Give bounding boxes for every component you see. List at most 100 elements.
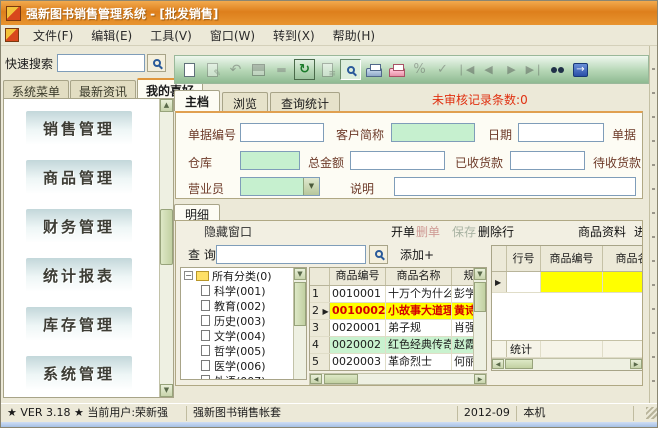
delete-bill-button: 删单: [416, 225, 441, 239]
add-link[interactable]: 添加+: [400, 246, 434, 263]
find-icon[interactable]: [547, 59, 568, 80]
stamp-icon: ✓: [437, 62, 448, 77]
print-setup-icon[interactable]: [386, 59, 407, 80]
window-bottom-edge: [1, 422, 657, 427]
scroll-right-icon[interactable]: ▶: [630, 359, 642, 369]
product-table-hscrollbar[interactable]: ◀ ▶: [309, 373, 487, 385]
account-label: 强新图书销售帐套: [187, 405, 458, 421]
tree-node-medicine[interactable]: 医学(006): [181, 358, 306, 373]
warehouse-label: 仓库: [188, 156, 213, 170]
scrollbar-thumb[interactable]: [474, 282, 486, 312]
sidebar-item-reports[interactable]: 统计报表: [26, 258, 132, 292]
received-label: 已收货款: [455, 156, 504, 170]
sidebar-tab-news[interactable]: 最新资讯: [70, 80, 137, 99]
product-info-button[interactable]: 商品资料: [578, 223, 626, 240]
tab-detail[interactable]: 明细: [174, 204, 221, 222]
scroll-left-icon[interactable]: ◀: [492, 359, 504, 369]
menu-window[interactable]: 窗口(W): [201, 25, 264, 46]
menu-goto[interactable]: 转到(X): [264, 25, 324, 46]
refresh-icon[interactable]: ↻: [294, 59, 315, 80]
customer-label: 客户简称: [336, 128, 385, 142]
scroll-left-icon[interactable]: ◀: [310, 374, 322, 384]
table-row[interactable]: 4 0020002 红色经典传奇 赵霞: [310, 337, 486, 354]
received-input[interactable]: [510, 151, 585, 170]
table-row-selected[interactable]: 2 ▶ 0010002 小故事大道理 黄诗: [310, 303, 486, 320]
tab-query-stats[interactable]: 查询统计: [270, 92, 341, 111]
sidebar-item-products[interactable]: 商品管理: [26, 160, 132, 194]
scroll-right-icon[interactable]: ▶: [474, 374, 486, 384]
total-input[interactable]: [350, 151, 445, 170]
percent-icon: %: [413, 62, 426, 77]
detail-actions: 隐藏窗口 开单 删单 保存 删除行 商品资料 进: [176, 223, 642, 241]
status-spacer: [634, 406, 646, 421]
table-row[interactable]: 3 0020001 弟子规 肖强: [310, 320, 486, 337]
tree-node-language[interactable]: 外语(007): [181, 373, 306, 379]
tab-master[interactable]: 主档: [174, 90, 221, 111]
main-area: ✎ ↶ ▬ ↻ ≡ % ✓ ❘◀ ◀ ▶ ▶❘ → 主档 浏览 查询统计 未审核…: [174, 46, 649, 403]
menu-tools[interactable]: 工具(V): [141, 25, 201, 46]
salesman-dropdown[interactable]: ▼: [240, 177, 320, 196]
doc-no-input[interactable]: [240, 123, 324, 142]
table-row[interactable]: 1 0010001 十万个为什么 彭学军: [310, 286, 486, 303]
sidebar-item-system[interactable]: 系统管理: [26, 356, 132, 390]
quick-search-button[interactable]: [147, 54, 166, 72]
scrollbar-thumb[interactable]: [160, 209, 173, 265]
scroll-down-icon[interactable]: ▼: [160, 384, 173, 397]
tree-node-history[interactable]: 历史(003): [181, 313, 306, 328]
scrollbar-thumb[interactable]: [324, 374, 358, 384]
menu-help[interactable]: 帮助(H): [324, 25, 384, 46]
tree-node-philosophy[interactable]: 哲学(005): [181, 343, 306, 358]
product-table-vscrollbar[interactable]: ▲ ▼: [473, 268, 486, 370]
collapse-icon[interactable]: −: [184, 271, 193, 280]
menu-edit[interactable]: 编辑(E): [82, 25, 141, 46]
tab-browse[interactable]: 浏览: [222, 92, 269, 111]
exit-icon[interactable]: →: [570, 59, 591, 80]
quick-search-input[interactable]: [57, 54, 145, 72]
tree-root[interactable]: − 所有分类(0): [181, 268, 306, 283]
table-row-pending[interactable]: ▶: [492, 272, 642, 293]
period-label: 2012-09: [458, 405, 518, 421]
tree-scrollbar[interactable]: ▲ ▼: [293, 268, 306, 379]
clipped-action-button[interactable]: 进: [634, 223, 642, 240]
scroll-down-icon[interactable]: ▼: [474, 268, 486, 280]
sidebar-item-inventory[interactable]: 库存管理: [26, 307, 132, 341]
tree-node-literature[interactable]: 文学(004): [181, 328, 306, 343]
date-input[interactable]: [518, 123, 604, 142]
sidebar-tab-system-menu[interactable]: 系统菜单: [3, 80, 70, 99]
first-record-icon: ❘◀: [456, 63, 475, 76]
resize-grip[interactable]: [646, 407, 657, 419]
scrollbar-thumb[interactable]: [294, 282, 306, 326]
chevron-down-icon[interactable]: ▼: [303, 178, 319, 195]
query-input[interactable]: [216, 244, 366, 264]
file-icon: [201, 330, 210, 341]
flag-icon: ≡: [317, 59, 338, 80]
detail-panel: 隐藏窗口 开单 删单 保存 删除行 商品资料 进 查 询 添加+ − 所有分类(…: [175, 220, 643, 386]
scroll-up-icon[interactable]: ▲: [160, 99, 173, 112]
sidebar-item-sales[interactable]: 销售管理: [26, 111, 132, 145]
tree-node-education[interactable]: 教育(002): [181, 298, 306, 313]
print-icon[interactable]: [363, 59, 384, 80]
date-label: 日期: [488, 128, 513, 142]
table-row[interactable]: 5 0020003 革命烈士 何丽: [310, 354, 486, 370]
remark-input[interactable]: [394, 177, 636, 196]
open-bill-button[interactable]: 开单: [391, 223, 415, 240]
file-icon: [201, 315, 210, 326]
delete-row-button[interactable]: 删除行: [478, 223, 514, 240]
search-icon: [152, 59, 161, 67]
menu-file[interactable]: 文件(F): [24, 25, 82, 46]
preview-icon[interactable]: [340, 59, 361, 80]
sidebar-scrollbar[interactable]: ▲ ▼: [159, 99, 173, 397]
order-table-hscrollbar[interactable]: ◀ ▶: [492, 358, 642, 370]
hide-window-button[interactable]: 隐藏窗口: [204, 223, 252, 240]
title-bar[interactable]: 强新图书销售管理系统 - [批发销售]: [1, 1, 657, 25]
scroll-down-icon[interactable]: ▼: [294, 268, 306, 280]
detail-tabrow: 明细: [174, 203, 649, 222]
scrollbar-thumb[interactable]: [505, 359, 533, 369]
warehouse-input[interactable]: [240, 151, 300, 170]
query-search-button[interactable]: [369, 244, 388, 264]
unaudited-count-notice: 未审核记录条数:0: [432, 93, 528, 107]
sidebar-item-finance[interactable]: 财务管理: [26, 209, 132, 243]
tree-node-science[interactable]: 科学(001): [181, 283, 306, 298]
new-icon[interactable]: [179, 59, 200, 80]
customer-input[interactable]: [391, 123, 475, 142]
